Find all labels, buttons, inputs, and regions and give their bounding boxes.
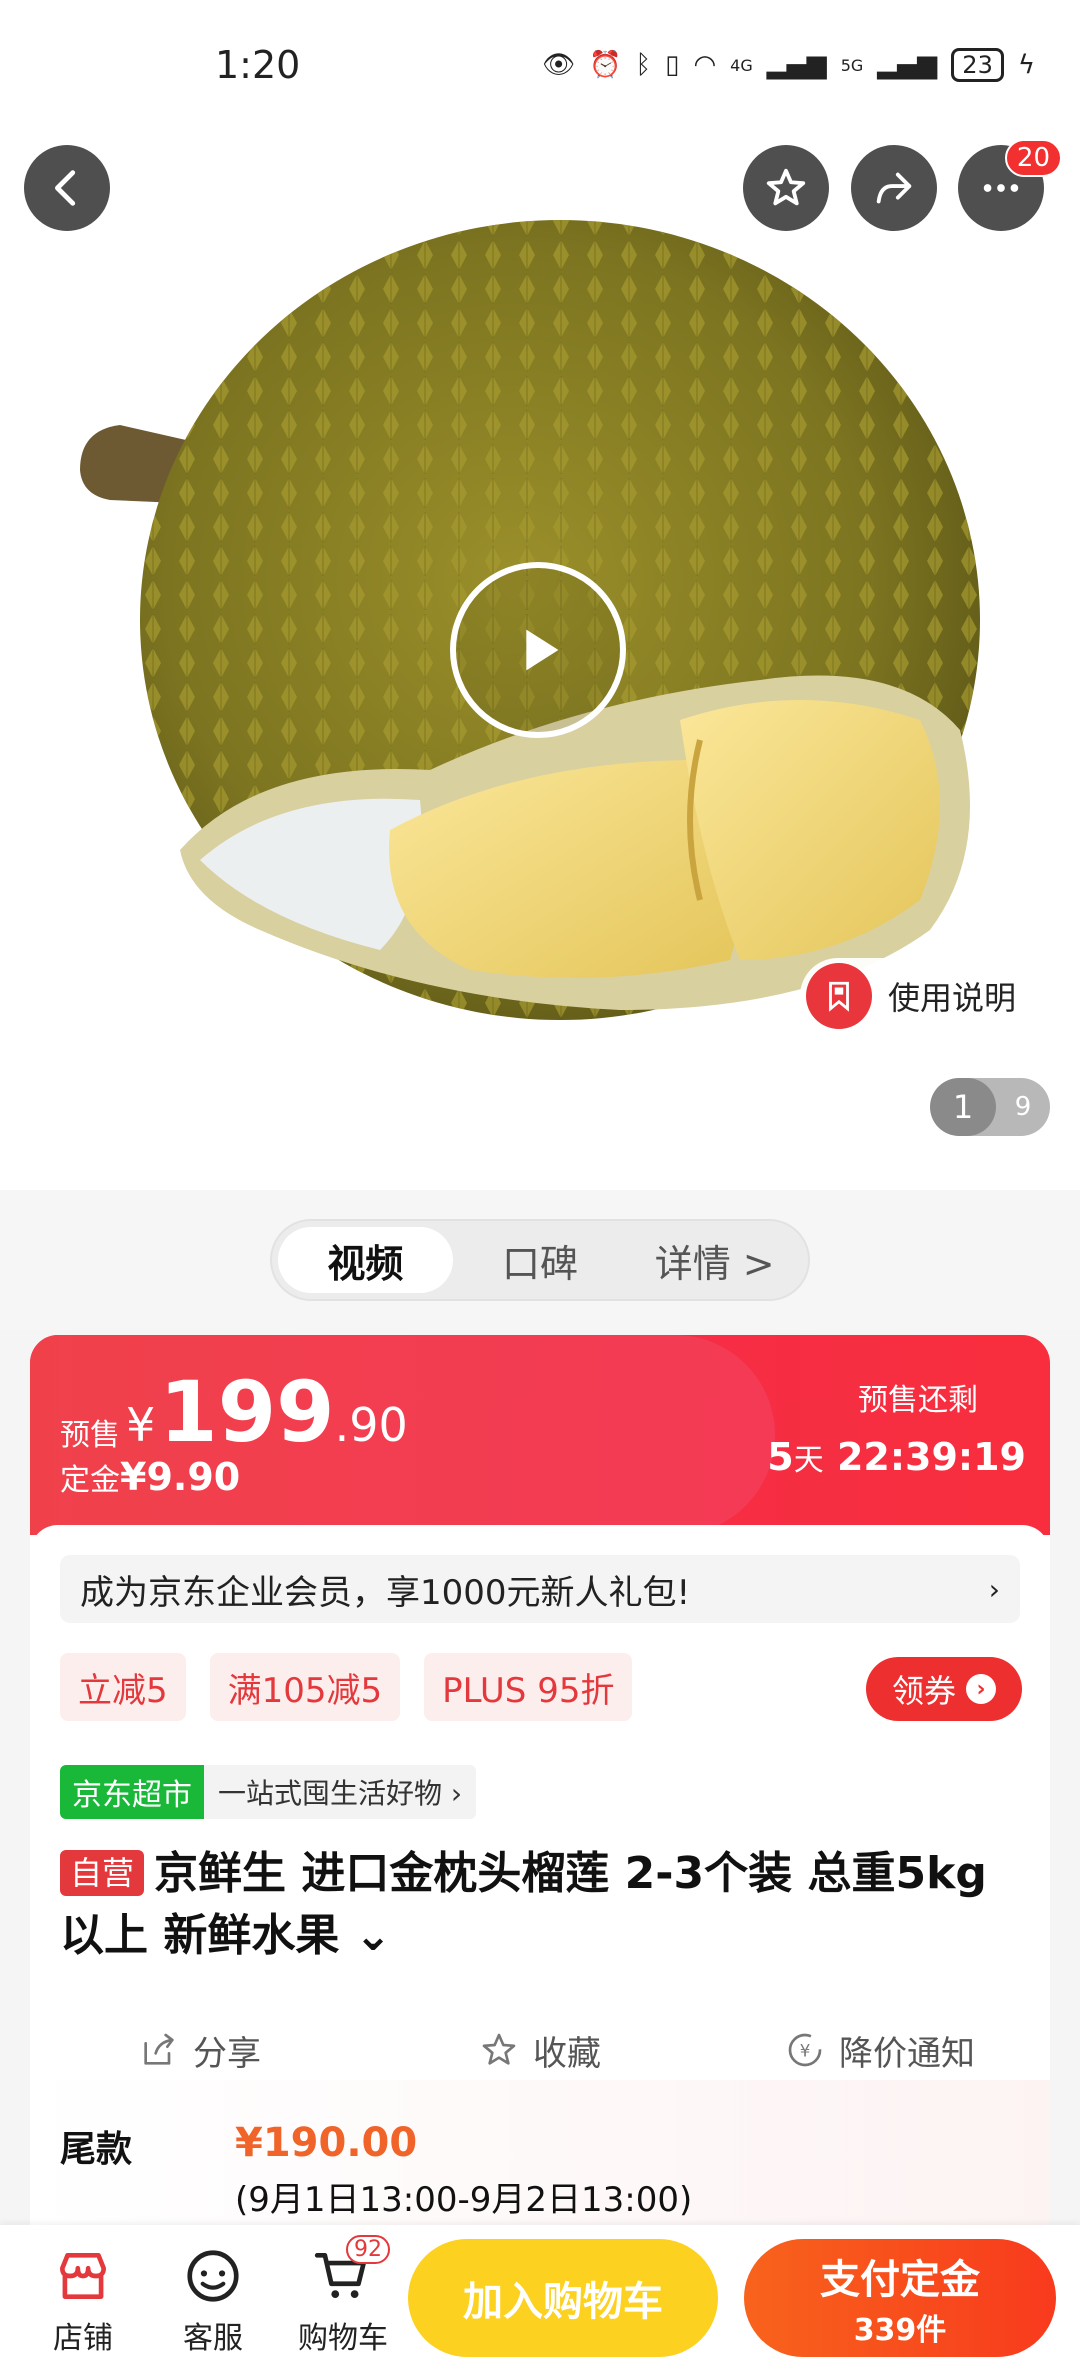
share-top-button[interactable] (851, 145, 937, 231)
product-info-body: 成为京东企业会员，享1000元新人礼包! › 立减5 满105减5 PLUS 9… (30, 1525, 1050, 2335)
enterprise-member-banner[interactable]: 成为京东企业会员，享1000元新人礼包! › (60, 1555, 1020, 1623)
product-title[interactable]: 自营 京鲜生 进口金枕头榴莲 2-3个装 总重5kg以上 新鲜水果 ⌄ (60, 1843, 1020, 1967)
countdown-days: 5 (767, 1435, 794, 1479)
favorite-top-button[interactable] (743, 145, 829, 231)
deposit-price: 定金¥9.90 (60, 1455, 240, 1499)
balance-label: 尾款 (60, 2129, 133, 2170)
product-actions: 分享 收藏 ¥ 降价通知 (30, 2010, 1050, 2090)
share-label: 分享 (193, 2033, 261, 2074)
pay-deposit-count: 339件 (853, 2313, 947, 2348)
price-alert-action[interactable]: ¥ 降价通知 (710, 2010, 1050, 2090)
svg-text:¥: ¥ (800, 2042, 811, 2061)
bluetooth-icon: ᛒ (635, 50, 652, 80)
play-icon (526, 629, 559, 671)
balance-price: ¥190.00 (235, 2120, 418, 2166)
service-nav-label: 客服 (183, 2320, 243, 2356)
store-tag: 京东超市 (60, 1765, 204, 1819)
bookmark-icon (806, 963, 872, 1029)
star-icon (766, 168, 806, 206)
countdown-day-unit: 天 (793, 1443, 824, 1478)
presale-price-band: 预售 ¥ 199 .90 定金¥9.90 预售还剩 5天 22:39:19 (30, 1335, 1050, 1535)
image-pager: 1 9 (930, 1078, 1050, 1136)
network-5g: 5G (840, 55, 864, 75)
media-tabs-bar: 视频 口碑 详情 > (0, 1190, 1080, 1330)
product-image-gallery[interactable]: 20 使用说明 1 9 (0, 0, 1080, 1190)
status-bar: 1:20 👁 ⏰ ᛒ ▯ ◠ 4G ▂▄▆ 5G ▂▄▆ 23 ϟ (0, 0, 1080, 130)
currency-symbol: ¥ (126, 1398, 156, 1452)
status-icons: 👁 ⏰ ᛒ ▯ ◠ 4G ▂▄▆ 5G ▂▄▆ 23 ϟ (542, 48, 1035, 82)
price-decimal: .90 (334, 1398, 408, 1452)
coupon-label: 领券 (891, 1672, 956, 1710)
star-outline-icon (482, 2033, 516, 2065)
price-integer: 199 (159, 1363, 335, 1461)
pay-deposit-button[interactable]: 支付定金 339件 (744, 2239, 1056, 2357)
presale-price: ¥ 199 .90 (126, 1363, 408, 1461)
pager-current: 1 (930, 1078, 996, 1136)
cart-nav[interactable]: 92 购物车 (278, 2234, 408, 2357)
pay-deposit-label: 支付定金 (820, 2257, 980, 2303)
store-entry[interactable]: 京东超市 一站式囤生活好物 › (60, 1765, 477, 1819)
play-video-button[interactable] (450, 562, 626, 738)
get-coupon-button[interactable]: 领券 › (866, 1657, 1022, 1721)
countdown-time: 22:39:19 (836, 1435, 1026, 1479)
tab-video[interactable]: 视频 (278, 1227, 453, 1293)
chevron-left-icon (55, 170, 76, 206)
promo-tags: 立减5 满105减5 PLUS 95折 (60, 1653, 633, 1721)
alarm-icon: ⏰ (589, 50, 622, 80)
self-operated-tag: 自营 (60, 1850, 145, 1896)
cart-count-badge: 92 (346, 2234, 390, 2264)
coupon-arrow-icon: › (966, 1674, 996, 1704)
product-info-card: 预售 ¥ 199 .90 定金¥9.90 预售还剩 5天 22:39:19 成为… (30, 1335, 1050, 2335)
share-icon (144, 2033, 174, 2065)
signal-icon-2: ▂▄▆ (877, 50, 938, 80)
deposit-label: 定金 (60, 1463, 120, 1498)
favorite-label: 收藏 (533, 2033, 601, 2074)
signal-icon: ▂▄▆ (766, 50, 827, 80)
chevron-right-icon: › (988, 1572, 1000, 1606)
instructions-label: 使用说明 (888, 979, 1017, 1017)
pager-total: 9 (1014, 1092, 1032, 1122)
store-nav-label: 店铺 (53, 2320, 113, 2356)
status-time: 1:20 (215, 43, 301, 87)
media-tabs: 视频 口碑 详情 > (270, 1219, 810, 1301)
wifi-icon: ◠ (693, 50, 717, 80)
price-alert-label: 降价通知 (839, 2033, 975, 2074)
promo-tag[interactable]: PLUS 95折 (424, 1653, 633, 1721)
more-button[interactable]: 20 (958, 139, 1062, 231)
eye-icon: 👁 (542, 50, 576, 80)
product-page: 20 使用说明 1 9 1:20 👁 ⏰ ᛒ ▯ ◠ 4G ▂▄▆ 5G ▂▄▆ (0, 0, 1080, 2376)
message-badge: 20 (1004, 139, 1062, 177)
vibrate-icon: ▯ (665, 50, 680, 80)
member-banner-text: 成为京东企业会员，享1000元新人礼包! (80, 1572, 691, 1613)
add-to-cart-button[interactable]: 加入购物车 (408, 2239, 718, 2357)
store-icon (60, 2252, 106, 2299)
customer-service-icon (187, 2249, 239, 2302)
cart-nav-label: 购物车 (298, 2320, 388, 2356)
presale-countdown: 5天 22:39:19 (767, 1435, 1026, 1479)
back-button[interactable] (24, 145, 110, 231)
product-title-text: 京鲜生 进口金枕头榴莲 2-3个装 总重5kg以上 新鲜水果 ⌄ (60, 1848, 987, 1961)
favorite-action[interactable]: 收藏 (370, 2010, 710, 2090)
charging-icon: ϟ (1017, 50, 1035, 80)
countdown-label: 预售还剩 (858, 1383, 978, 1418)
price-drop-icon: ¥ (788, 2033, 822, 2067)
usage-instructions-button[interactable]: 使用说明 (800, 958, 1037, 1034)
share-arrow-icon (876, 172, 912, 204)
bottom-action-bar: 店铺 客服 92 购物车 加入购物车 支付定金 339件 (0, 2225, 1080, 2376)
promo-tag[interactable]: 满105减5 (209, 1653, 401, 1721)
balance-period: (9月1日13:00-9月2日13:00) (235, 2180, 693, 2220)
battery-icon: 23 (951, 48, 1004, 82)
share-action[interactable]: 分享 (30, 2010, 370, 2090)
network-4g: 4G (730, 55, 753, 75)
store-slogan: 一站式囤生活好物 › (204, 1765, 477, 1819)
presale-label: 预售 (60, 1418, 120, 1453)
store-nav[interactable]: 店铺 (18, 2245, 148, 2357)
deposit-value: ¥9.90 (120, 1455, 241, 1499)
service-nav[interactable]: 客服 (148, 2245, 278, 2357)
tab-reviews[interactable]: 口碑 (453, 1227, 628, 1293)
tab-details[interactable]: 详情 > (627, 1227, 802, 1293)
promo-tag[interactable]: 立减5 (60, 1653, 186, 1721)
